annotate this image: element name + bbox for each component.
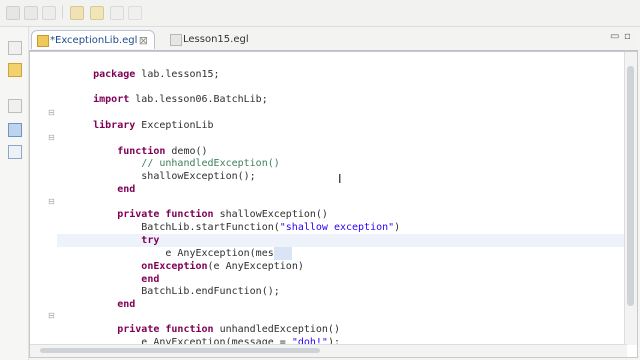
code-line-12: onException(e AnyException) — [141, 261, 304, 272]
search-icon[interactable] — [128, 6, 142, 20]
text-cursor-icon: I — [338, 172, 342, 186]
editor-gutter — [30, 52, 46, 357]
fold-marker-icon[interactable]: ⊟ — [48, 312, 55, 320]
code-line-6: shallowException(); — [93, 171, 256, 182]
main-toolbar — [0, 0, 640, 27]
egl-file-icon — [37, 35, 49, 47]
code-line-2: import lab.lesson06.BatchLib; — [93, 94, 268, 105]
code-editor[interactable]: ⊟ ⊟ ⊟ ⊟ package lab.lesson15; import lab… — [29, 51, 638, 358]
fold-marker-icon[interactable]: ⊟ — [48, 109, 55, 117]
tab-label: *ExceptionLib.egl — [50, 35, 138, 46]
tab-lesson15[interactable]: Lesson15.egl — [165, 30, 275, 49]
new-file-icon[interactable] — [6, 6, 20, 20]
code-line-8: private function shallowException() — [117, 209, 328, 220]
code-line-9: BatchLib.startFunction("shallow exceptio… — [93, 222, 401, 233]
outline-icon[interactable] — [8, 123, 22, 137]
debug-icon[interactable] — [70, 6, 84, 20]
external-tools-icon[interactable] — [110, 6, 124, 20]
editor-tab-bar: *ExceptionLib.egl ⊠ Lesson15.egl ▭ ▫ — [29, 28, 638, 51]
code-line-14: BatchLib.endFunction(); — [93, 286, 280, 297]
code-line-11: e AnyException(mes — [57, 234, 292, 260]
code-line-7: end — [117, 184, 136, 195]
left-trim-bar — [0, 27, 29, 360]
code-line-3: library ExceptionLib — [93, 120, 214, 131]
code-line-17: e AnyException(message = "doh!"); — [93, 337, 340, 345]
vertical-scroll-thumb[interactable] — [627, 66, 634, 306]
minimize-icon[interactable]: ▭ — [610, 31, 619, 42]
code-line-1: package lab.lesson15; — [93, 69, 220, 80]
tab-label: Lesson15.egl — [183, 34, 249, 45]
package-explorer-icon[interactable] — [8, 63, 22, 77]
horizontal-scrollbar[interactable] — [30, 344, 627, 357]
restore-icon[interactable] — [8, 41, 22, 55]
code-area[interactable]: package lab.lesson15; import lab.lesson0… — [57, 52, 627, 345]
code-line-10: try — [141, 235, 160, 246]
fold-marker-icon[interactable]: ⊟ — [48, 134, 55, 142]
code-line-15: end — [117, 299, 136, 310]
restore-icon[interactable] — [8, 99, 22, 113]
maximize-icon[interactable]: ▫ — [624, 31, 631, 42]
close-icon[interactable]: ⊠ — [139, 31, 148, 50]
code-line-5: // unhandledException() — [141, 158, 280, 169]
save-icon[interactable] — [24, 6, 38, 20]
tab-exceptionlib[interactable]: *ExceptionLib.egl ⊠ — [31, 30, 155, 49]
run-icon[interactable] — [90, 6, 104, 20]
print-icon[interactable] — [42, 6, 56, 20]
problems-icon[interactable] — [8, 145, 22, 159]
toolbar-separator — [62, 5, 63, 19]
code-line-16: private function unhandledException() — [117, 324, 340, 335]
egl-file-icon — [170, 34, 182, 46]
fold-marker-icon[interactable]: ⊟ — [48, 198, 55, 206]
vertical-scrollbar[interactable] — [624, 52, 637, 345]
horizontal-scroll-thumb[interactable] — [40, 348, 320, 353]
